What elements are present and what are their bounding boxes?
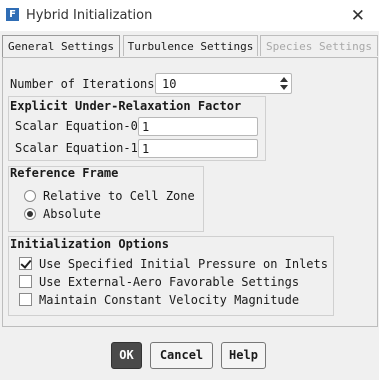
radio-relative-to-cell-zone[interactable]	[24, 190, 36, 202]
specified-pressure-label[interactable]: Use Specified Initial Pressure on Inlets	[39, 257, 328, 271]
title-bar: F Hybrid Initialization ✕	[0, 0, 379, 31]
tab-general-settings[interactable]: General Settings	[2, 35, 120, 58]
scalar-eq1-input[interactable]: 1	[138, 139, 258, 158]
radio-absolute[interactable]	[24, 208, 36, 220]
checkbox-constant-velocity[interactable]	[19, 293, 32, 306]
spin-down-arrow-icon[interactable]	[280, 85, 288, 90]
scalar-eq1-label: Scalar Equation-1	[15, 141, 138, 155]
radio-relative-label[interactable]: Relative to Cell Zone	[43, 189, 195, 203]
constant-velocity-label[interactable]: Maintain Constant Velocity Magnitude	[39, 293, 299, 307]
window-title: Hybrid Initialization	[26, 8, 153, 23]
scalar-eq0-input[interactable]: 1	[138, 117, 258, 136]
tab-species-settings: Species Settings	[260, 35, 378, 56]
close-icon[interactable]: ✕	[351, 6, 365, 26]
relaxation-title: Explicit Under-Relaxation Factor	[10, 99, 242, 113]
checkbox-specified-pressure[interactable]	[19, 257, 32, 270]
iterations-value: 10	[162, 77, 177, 91]
spin-up-arrow-icon[interactable]	[280, 77, 288, 82]
external-aero-label[interactable]: Use External-Aero Favorable Settings	[39, 275, 299, 289]
reference-frame-title: Reference Frame	[10, 166, 119, 180]
checkbox-external-aero[interactable]	[19, 275, 32, 288]
fluent-app-icon: F	[6, 8, 19, 21]
tab-turbulence-settings[interactable]: Turbulence Settings	[123, 35, 258, 56]
init-options-title: Initialization Options	[10, 237, 169, 251]
cancel-button[interactable]: Cancel	[150, 342, 213, 369]
tab-bar: General Settings Turbulence Settings Spe…	[0, 35, 379, 58]
ok-button[interactable]: OK	[111, 342, 142, 369]
iterations-label: Number of Iterations	[10, 77, 155, 91]
scalar-eq0-label: Scalar Equation-0	[15, 119, 138, 133]
radio-absolute-label[interactable]: Absolute	[43, 207, 101, 221]
iterations-spinbox[interactable]: 10	[155, 73, 292, 94]
help-button[interactable]: Help	[221, 342, 266, 369]
